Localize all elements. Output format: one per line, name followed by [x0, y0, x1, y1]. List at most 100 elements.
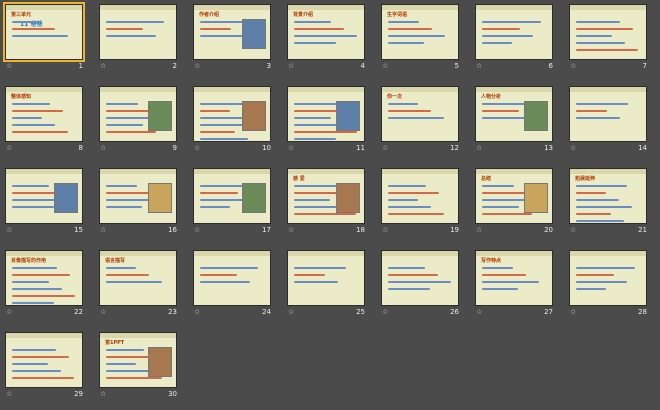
slide-thumbnail-5[interactable]: 生字词语 ☆ 5	[381, 4, 459, 71]
slide-number: 22	[74, 308, 83, 316]
slide-preview	[99, 86, 177, 142]
slide-thumbnail-3[interactable]: 作者介绍 ☆ 3	[193, 4, 271, 71]
text-line	[106, 267, 136, 269]
transition-star-icon: ☆	[570, 226, 577, 234]
text-line	[388, 206, 431, 208]
slide-preview	[5, 332, 83, 388]
slide-preview	[5, 168, 83, 224]
slide-thumbnail-18[interactable]: 慈 爱 ☆ 18	[287, 168, 365, 235]
text-line	[576, 35, 612, 37]
slide-thumbnail-28[interactable]: ☆ 28	[569, 250, 647, 317]
slide-image	[148, 183, 172, 213]
transition-star-icon: ☆	[570, 308, 577, 316]
slide-thumbnail-16[interactable]: ☆ 16	[99, 168, 177, 235]
text-line	[12, 302, 54, 304]
slide-number: 19	[450, 226, 459, 234]
slide-image	[336, 101, 360, 131]
slide-preview	[193, 86, 271, 142]
slide-thumbnail-22[interactable]: 肖像描写的作用 ☆ 22	[5, 250, 83, 317]
slide-thumbnail-21[interactable]: 拓展延伸 ☆ 21	[569, 168, 647, 235]
text-line	[200, 274, 237, 276]
slide-meta: ☆ 23	[99, 307, 177, 317]
text-line	[388, 267, 425, 269]
slide-thumbnail-30[interactable]: 第1PPT ☆ 30	[99, 332, 177, 399]
slide-thumbnail-23[interactable]: 语言描写 ☆ 23	[99, 250, 177, 317]
slide-thumbnail-11[interactable]: ☆ 11	[287, 86, 365, 153]
slide-thumbnail-8[interactable]: 整体感知 ☆ 8	[5, 86, 83, 153]
text-line	[12, 295, 75, 297]
slide-number: 25	[356, 308, 365, 316]
text-line	[200, 138, 248, 140]
slide-meta: ☆ 5	[381, 61, 459, 71]
slide-number: 7	[642, 62, 647, 70]
transition-star-icon: ☆	[6, 226, 13, 234]
transition-star-icon: ☆	[194, 144, 201, 152]
transition-star-icon: ☆	[100, 226, 107, 234]
text-line	[106, 131, 156, 133]
slide-thumbnail-19[interactable]: ☆ 19	[381, 168, 459, 235]
text-line	[12, 21, 42, 23]
text-line	[576, 117, 620, 119]
transition-star-icon: ☆	[382, 226, 389, 234]
text-line	[482, 267, 513, 269]
slide-thumbnail-26[interactable]: ☆ 26	[381, 250, 459, 317]
slide-thumbnail-17[interactable]: ☆ 17	[193, 168, 271, 235]
slide-thumbnail-14[interactable]: ☆ 14	[569, 86, 647, 153]
slide-preview	[193, 250, 271, 306]
slide-preview: 写作特点	[475, 250, 553, 306]
slide-meta: ☆ 27	[475, 307, 553, 317]
text-line	[482, 192, 527, 194]
slide-number: 26	[450, 308, 459, 316]
slide-thumbnail-15[interactable]: ☆ 15	[5, 168, 83, 235]
text-line	[388, 281, 451, 283]
transition-star-icon: ☆	[6, 62, 13, 70]
slide-number: 21	[638, 226, 647, 234]
slide-meta: ☆ 6	[475, 61, 553, 71]
text-line	[294, 267, 346, 269]
transition-star-icon: ☆	[100, 390, 107, 398]
slide-thumbnail-29[interactable]: ☆ 29	[5, 332, 83, 399]
text-line	[294, 21, 331, 23]
slide-number: 2	[172, 62, 177, 70]
text-line	[388, 21, 419, 23]
slide-thumbnail-7[interactable]: ☆ 7	[569, 4, 647, 71]
text-line	[576, 281, 627, 283]
slide-thumbnail-6[interactable]: ☆ 6	[475, 4, 553, 71]
text-line	[576, 220, 624, 222]
transition-star-icon: ☆	[288, 226, 295, 234]
text-line	[106, 370, 149, 372]
text-line	[106, 281, 162, 283]
slide-preview	[99, 4, 177, 60]
slide-thumbnail-25[interactable]: ☆ 25	[287, 250, 365, 317]
text-line	[294, 28, 344, 30]
slide-meta: ☆ 14	[569, 143, 647, 153]
slide-thumbnail-20[interactable]: 总结 ☆ 20	[475, 168, 553, 235]
transition-star-icon: ☆	[288, 62, 295, 70]
slide-number: 13	[544, 144, 553, 152]
text-line	[12, 288, 62, 290]
slide-title: 人物分析	[481, 94, 502, 100]
slide-thumbnail-24[interactable]: ☆ 24	[193, 250, 271, 317]
transition-star-icon: ☆	[382, 308, 389, 316]
slide-thumbnail-27[interactable]: 写作特点 ☆ 27	[475, 250, 553, 317]
text-line	[482, 28, 520, 30]
slide-thumbnail-4[interactable]: 背景介绍 ☆ 4	[287, 4, 365, 71]
slide-thumbnail-12[interactable]: 你一次 ☆ 12	[381, 86, 459, 153]
text-line	[106, 185, 137, 187]
slide-thumbnail-10[interactable]: ☆ 10	[193, 86, 271, 153]
text-line	[388, 199, 418, 201]
slide-thumbnail-13[interactable]: 人物分析 ☆ 13	[475, 86, 553, 153]
slide-thumbnail-9[interactable]: ☆ 9	[99, 86, 177, 153]
transition-star-icon: ☆	[288, 144, 295, 152]
text-line	[388, 117, 444, 119]
slide-title: 背景介绍	[293, 12, 314, 18]
slide-thumbnail-2[interactable]: ☆ 2	[99, 4, 177, 71]
slide-title: 总结	[481, 176, 492, 182]
slide-thumbnail-1[interactable]: 第三单元 11 爸爸 ☆ 1	[3, 2, 85, 71]
text-line	[200, 281, 250, 283]
slide-title: 拓展延伸	[575, 176, 596, 182]
slide-meta: ☆ 15	[5, 225, 83, 235]
text-line	[576, 199, 619, 201]
slide-meta: ☆ 4	[287, 61, 365, 71]
slide-preview: 作者介绍	[193, 4, 271, 60]
